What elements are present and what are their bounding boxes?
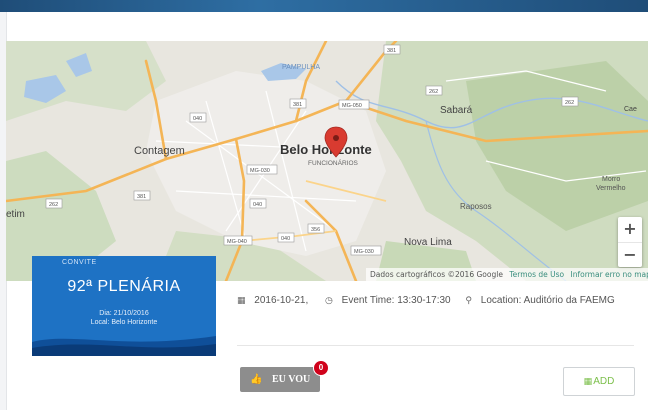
poster-tag: CONVITE (62, 259, 97, 266)
road-shield: 040 (281, 236, 290, 242)
add-label: ADD (593, 376, 615, 387)
attendee-count-badge: 0 (313, 360, 329, 376)
thumbs-up-icon: 👍 (250, 374, 263, 385)
map-label-betim: etim (6, 209, 25, 220)
road-shield: MG-040 (227, 239, 247, 245)
map-label-nova-lima: Nova Lima (404, 237, 452, 248)
event-date: 2016-10-21, (254, 295, 309, 306)
map-label-pampulha: PAMPULHA (282, 64, 320, 71)
calendar-icon: ▦ (583, 377, 593, 387)
map-label-sabara: Sabará (440, 105, 473, 116)
map-label-raposos: Raposos (460, 202, 492, 211)
map-label-contagem: Contagem (134, 145, 185, 157)
event-map[interactable]: PAMPULHA Contagem Belo Horizonte FUNCION… (6, 41, 648, 281)
eu-vou-label: EU VOU (272, 374, 311, 385)
poster-local: Local: Belo Horizonte (90, 319, 158, 326)
top-header-bar (0, 0, 648, 12)
add-to-calendar-button[interactable]: ▦ADD (563, 367, 635, 396)
map-attribution: Dados cartográficos ©2016 Google Termos … (366, 268, 648, 281)
calendar-icon: ▦ (237, 295, 246, 306)
road-shield: 040 (193, 116, 202, 122)
road-shield: MG-050 (342, 103, 362, 109)
zoom-out-button[interactable]: − (618, 243, 642, 268)
road-shield: 262 (429, 89, 438, 95)
road-shield: MG-030 (354, 249, 374, 255)
map-copyright: Dados cartográficos ©2016 Google (370, 270, 503, 279)
map-label-morro-1: Morro (602, 176, 620, 183)
map-label-belo-horizonte: Belo Horizonte (280, 142, 372, 157)
eu-vou-button[interactable]: 👍 EU VOU (240, 367, 320, 392)
road-shield: 356 (311, 227, 320, 233)
event-meta: ▦ 2016-10-21, ◷ Event Time: 13:30-17:30 … (237, 295, 615, 306)
map-label-cae: Cae (624, 106, 637, 113)
event-location: Location: Auditório da FAEMG (480, 295, 615, 306)
road-shield: 262 (565, 100, 574, 106)
poster-title: 92ª PLENÁRIA (67, 278, 181, 295)
divider (237, 345, 634, 346)
map-label-morro-2: Vermelho (596, 185, 626, 192)
road-shield: 381 (387, 48, 396, 54)
map-label-funcionarios: FUNCIONÁRIOS (308, 158, 359, 167)
road-shield: 381 (137, 194, 146, 200)
event-poster: CONVITE 92ª PLENÁRIA Dia: 21/10/2016 Loc… (32, 256, 216, 356)
map-zoom-control: + − (618, 217, 642, 267)
event-time: Event Time: 13:30-17:30 (341, 295, 451, 306)
road-shield: 040 (253, 202, 262, 208)
map-marker-icon: ⚲ (465, 295, 472, 306)
poster-date: Dia: 21/10/2016 (99, 310, 149, 317)
road-shield: 262 (49, 202, 58, 208)
road-shield: 381 (293, 102, 302, 108)
poster-wave-decoration (32, 336, 216, 356)
road-shield: MG-030 (250, 168, 270, 174)
map-report-link[interactable]: Informar erro no mapa (571, 270, 648, 279)
zoom-in-button[interactable]: + (618, 217, 642, 243)
clock-icon: ◷ (325, 295, 333, 306)
map-terms-link[interactable]: Termos de Uso (509, 270, 564, 279)
